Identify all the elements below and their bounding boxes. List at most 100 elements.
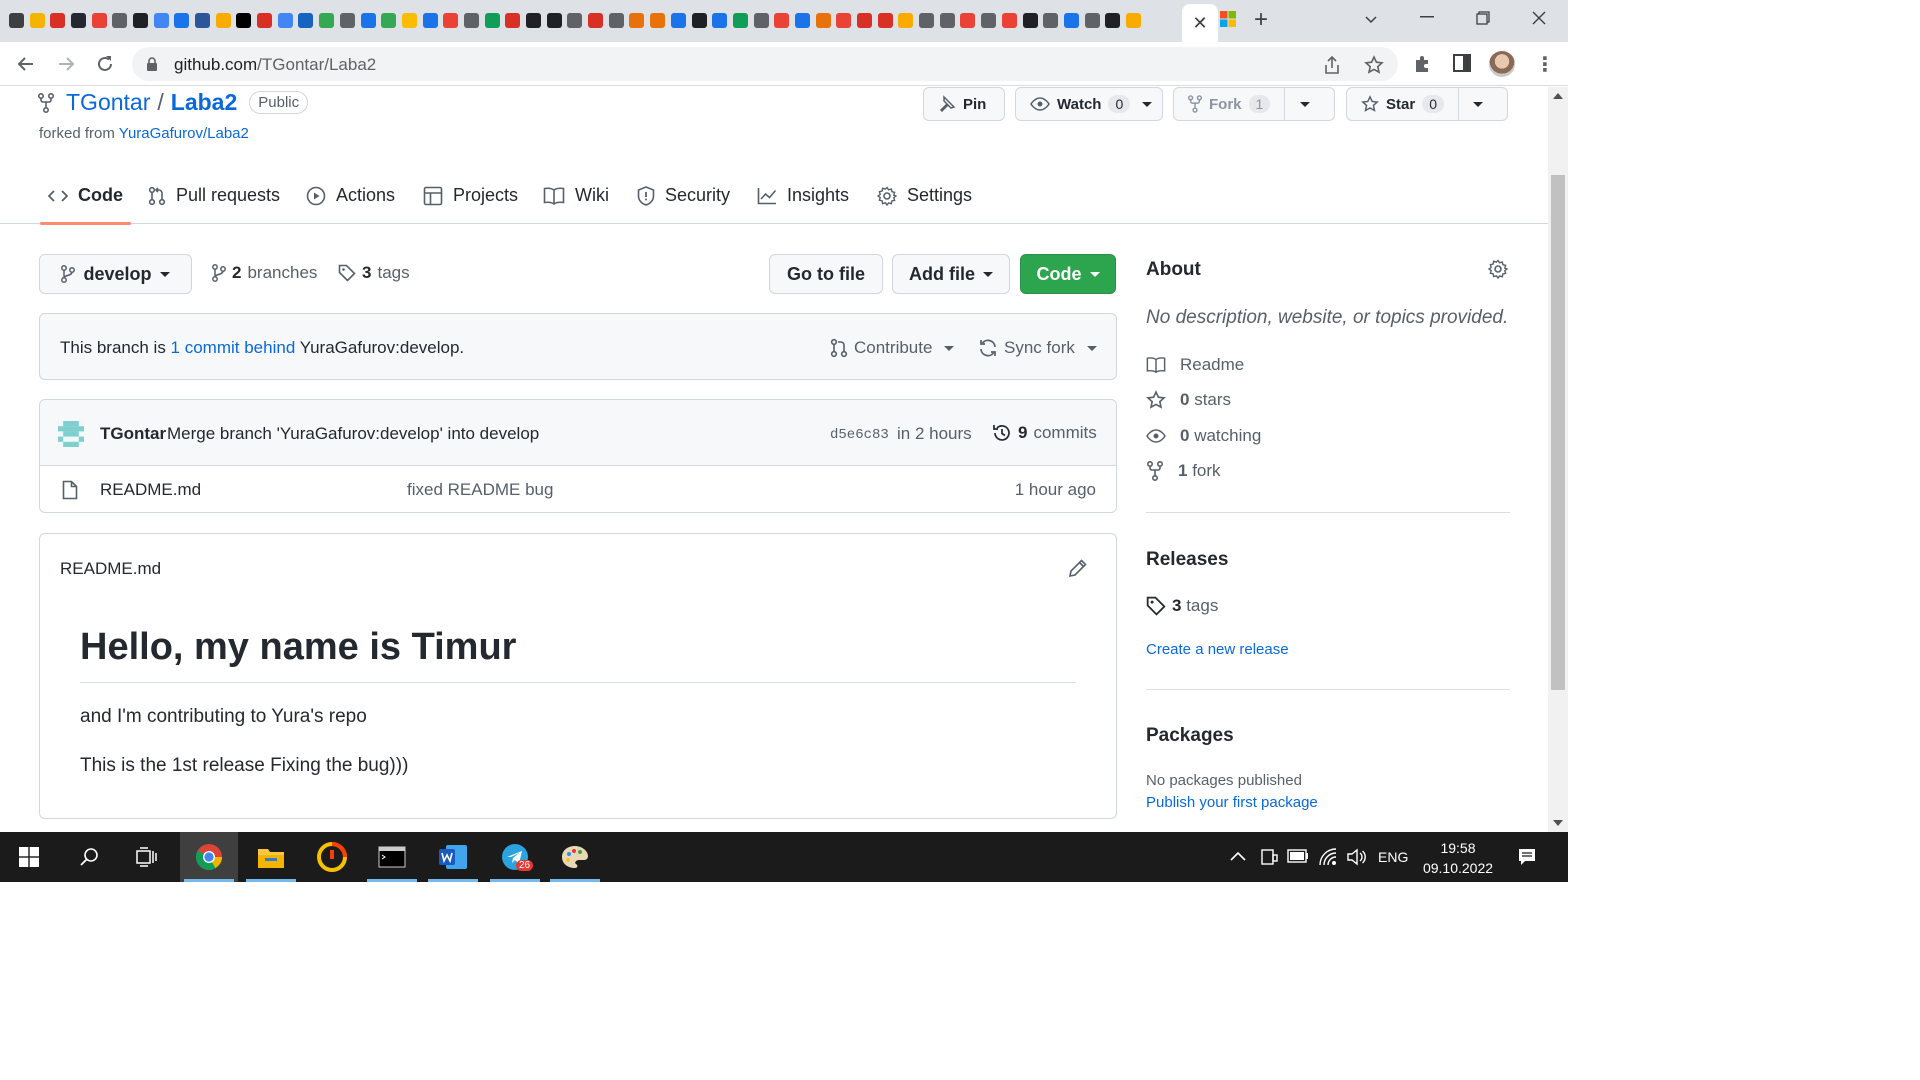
profile-avatar[interactable] bbox=[1489, 51, 1515, 77]
pinned-tab-favicon-icon[interactable] bbox=[585, 9, 606, 31]
pinned-tab-favicon-icon[interactable] bbox=[771, 9, 792, 31]
pinned-tab-favicon-icon[interactable] bbox=[213, 9, 234, 31]
search-button[interactable] bbox=[60, 832, 118, 882]
star-dropdown[interactable] bbox=[1457, 88, 1498, 120]
pinned-tab-favicon-icon[interactable] bbox=[627, 9, 648, 31]
active-tab[interactable]: ✕ bbox=[1182, 4, 1218, 42]
sync-fork-button[interactable]: Sync fork bbox=[978, 338, 1097, 358]
tab-actions[interactable]: Actions bbox=[306, 167, 395, 224]
pinned-tab-favicon-icon[interactable] bbox=[234, 9, 255, 31]
pinned-tab-favicon-icon[interactable] bbox=[296, 9, 317, 31]
table-row[interactable]: README.md fixed README bug 1 hour ago bbox=[40, 466, 1116, 512]
pinned-tab-favicon-icon[interactable] bbox=[916, 9, 937, 31]
page-scrollbar[interactable] bbox=[1548, 87, 1568, 832]
side-panel-icon[interactable] bbox=[1453, 54, 1471, 72]
fork-dropdown[interactable] bbox=[1284, 88, 1324, 120]
repo-owner-link[interactable]: TGontar bbox=[66, 89, 150, 116]
pinned-tab-favicon-icon[interactable] bbox=[27, 9, 48, 31]
microsoft-tab-icon[interactable] bbox=[1220, 11, 1236, 27]
pinned-tab-favicon-icon[interactable] bbox=[192, 9, 213, 31]
pinned-tab-favicon-icon[interactable] bbox=[89, 9, 110, 31]
pinned-tab-favicon-icon[interactable] bbox=[565, 9, 586, 31]
pinned-tab-favicon-icon[interactable] bbox=[254, 9, 275, 31]
pinned-tab-favicon-icon[interactable] bbox=[875, 9, 896, 31]
pinned-tab-favicon-icon[interactable] bbox=[523, 9, 544, 31]
avatar[interactable] bbox=[58, 421, 84, 447]
pinned-tab-favicon-icon[interactable] bbox=[47, 9, 68, 31]
browser-menu-icon[interactable]: ⋮ bbox=[1535, 52, 1555, 77]
commits-behind-link[interactable]: 1 commit behind bbox=[171, 338, 296, 357]
file-name-link[interactable]: README.md bbox=[100, 480, 201, 500]
pinned-tab-favicon-icon[interactable] bbox=[647, 9, 668, 31]
pinned-tab-favicon-icon[interactable] bbox=[854, 9, 875, 31]
close-tab-icon[interactable]: ✕ bbox=[1192, 13, 1207, 34]
forward-button[interactable] bbox=[54, 52, 78, 76]
pinned-tab-favicon-icon[interactable] bbox=[172, 9, 193, 31]
wifi-icon[interactable] bbox=[1318, 847, 1338, 867]
forked-from-link[interactable]: YuraGafurov/Laba2 bbox=[119, 125, 249, 142]
pinned-tab-favicon-icon[interactable] bbox=[999, 9, 1020, 31]
publish-package-link[interactable]: Publish your first package bbox=[1146, 794, 1318, 811]
pinned-tab-favicon-icon[interactable] bbox=[399, 9, 420, 31]
pinned-tab-favicon-icon[interactable] bbox=[544, 9, 565, 31]
branches-link[interactable]: 2 branches bbox=[212, 263, 317, 283]
restore-icon[interactable] bbox=[1476, 11, 1490, 25]
device-icon[interactable] bbox=[1260, 847, 1278, 867]
bookmark-star-icon[interactable] bbox=[1364, 55, 1384, 75]
pinned-tab-favicon-icon[interactable] bbox=[337, 9, 358, 31]
pinned-tab-favicon-icon[interactable] bbox=[378, 9, 399, 31]
stars-link[interactable]: 0 stars bbox=[1146, 390, 1231, 410]
pinned-tab-favicon-icon[interactable] bbox=[1123, 9, 1144, 31]
tab-security[interactable]: Security bbox=[637, 167, 730, 224]
taskbar-explorer[interactable] bbox=[242, 832, 300, 882]
pencil-icon[interactable] bbox=[1068, 558, 1088, 578]
pinned-tab-favicon-icon[interactable] bbox=[606, 9, 627, 31]
pinned-tab-favicon-icon[interactable] bbox=[482, 9, 503, 31]
repo-name-link[interactable]: Laba2 bbox=[171, 89, 237, 116]
pinned-tab-favicon-icon[interactable] bbox=[6, 9, 27, 31]
task-view-button[interactable] bbox=[118, 832, 176, 882]
fork-button[interactable]: Fork 1 bbox=[1173, 87, 1335, 121]
pinned-tab-favicon-icon[interactable] bbox=[461, 9, 482, 31]
close-window-icon[interactable] bbox=[1532, 11, 1546, 25]
gear-icon[interactable] bbox=[1488, 259, 1508, 279]
pinned-tab-favicon-icon[interactable] bbox=[109, 9, 130, 31]
taskbar-chrome[interactable] bbox=[180, 832, 238, 882]
forks-link[interactable]: 1 fork bbox=[1146, 461, 1221, 481]
omnibox[interactable]: github.com/TGontar/Laba2 bbox=[132, 47, 1398, 81]
taskbar-paint[interactable] bbox=[546, 832, 604, 882]
watch-button[interactable]: Watch 0 bbox=[1015, 87, 1163, 121]
pinned-tab-favicon-icon[interactable] bbox=[503, 9, 524, 31]
file-commit-message-link[interactable]: fixed README bug bbox=[407, 480, 553, 500]
releases-heading[interactable]: Releases bbox=[1146, 549, 1228, 571]
commits-history-link[interactable]: 9 commits bbox=[992, 423, 1097, 443]
pinned-tab-favicon-icon[interactable] bbox=[420, 9, 441, 31]
contribute-button[interactable]: Contribute bbox=[830, 338, 955, 358]
notifications-icon[interactable] bbox=[1517, 847, 1537, 867]
branch-select-button[interactable]: develop bbox=[39, 254, 192, 294]
pinned-tab-favicon-icon[interactable] bbox=[1082, 9, 1103, 31]
readme-link[interactable]: Readme bbox=[1146, 355, 1244, 375]
input-language[interactable]: ENG bbox=[1378, 849, 1408, 865]
commit-sha-link[interactable]: d5e6c83 bbox=[830, 427, 889, 443]
pinned-tab-favicon-icon[interactable] bbox=[958, 9, 979, 31]
tab-settings[interactable]: Settings bbox=[877, 167, 972, 224]
reload-button[interactable] bbox=[93, 52, 117, 76]
add-file-button[interactable]: Add file bbox=[892, 254, 1010, 294]
back-button[interactable] bbox=[14, 52, 38, 76]
pinned-tab-favicon-icon[interactable] bbox=[440, 9, 461, 31]
chevron-up-icon[interactable] bbox=[1230, 851, 1246, 861]
pinned-tab-favicon-icon[interactable] bbox=[1061, 9, 1082, 31]
pinned-tab-favicon-icon[interactable] bbox=[1040, 9, 1061, 31]
pin-button[interactable]: Pin bbox=[923, 87, 1005, 121]
tab-wiki[interactable]: Wiki bbox=[543, 167, 609, 224]
scroll-up-arrow-icon[interactable] bbox=[1553, 93, 1563, 99]
pinned-tab-favicon-icon[interactable] bbox=[689, 9, 710, 31]
pinned-tab-favicon-icon[interactable] bbox=[668, 9, 689, 31]
minimize-icon[interactable] bbox=[1420, 16, 1434, 18]
pinned-tab-favicon-icon[interactable] bbox=[68, 9, 89, 31]
pinned-tab-favicon-icon[interactable] bbox=[896, 9, 917, 31]
new-tab-button[interactable]: + bbox=[1254, 8, 1268, 32]
taskbar-yandex-music[interactable] bbox=[303, 832, 361, 882]
create-release-link[interactable]: Create a new release bbox=[1146, 641, 1289, 658]
